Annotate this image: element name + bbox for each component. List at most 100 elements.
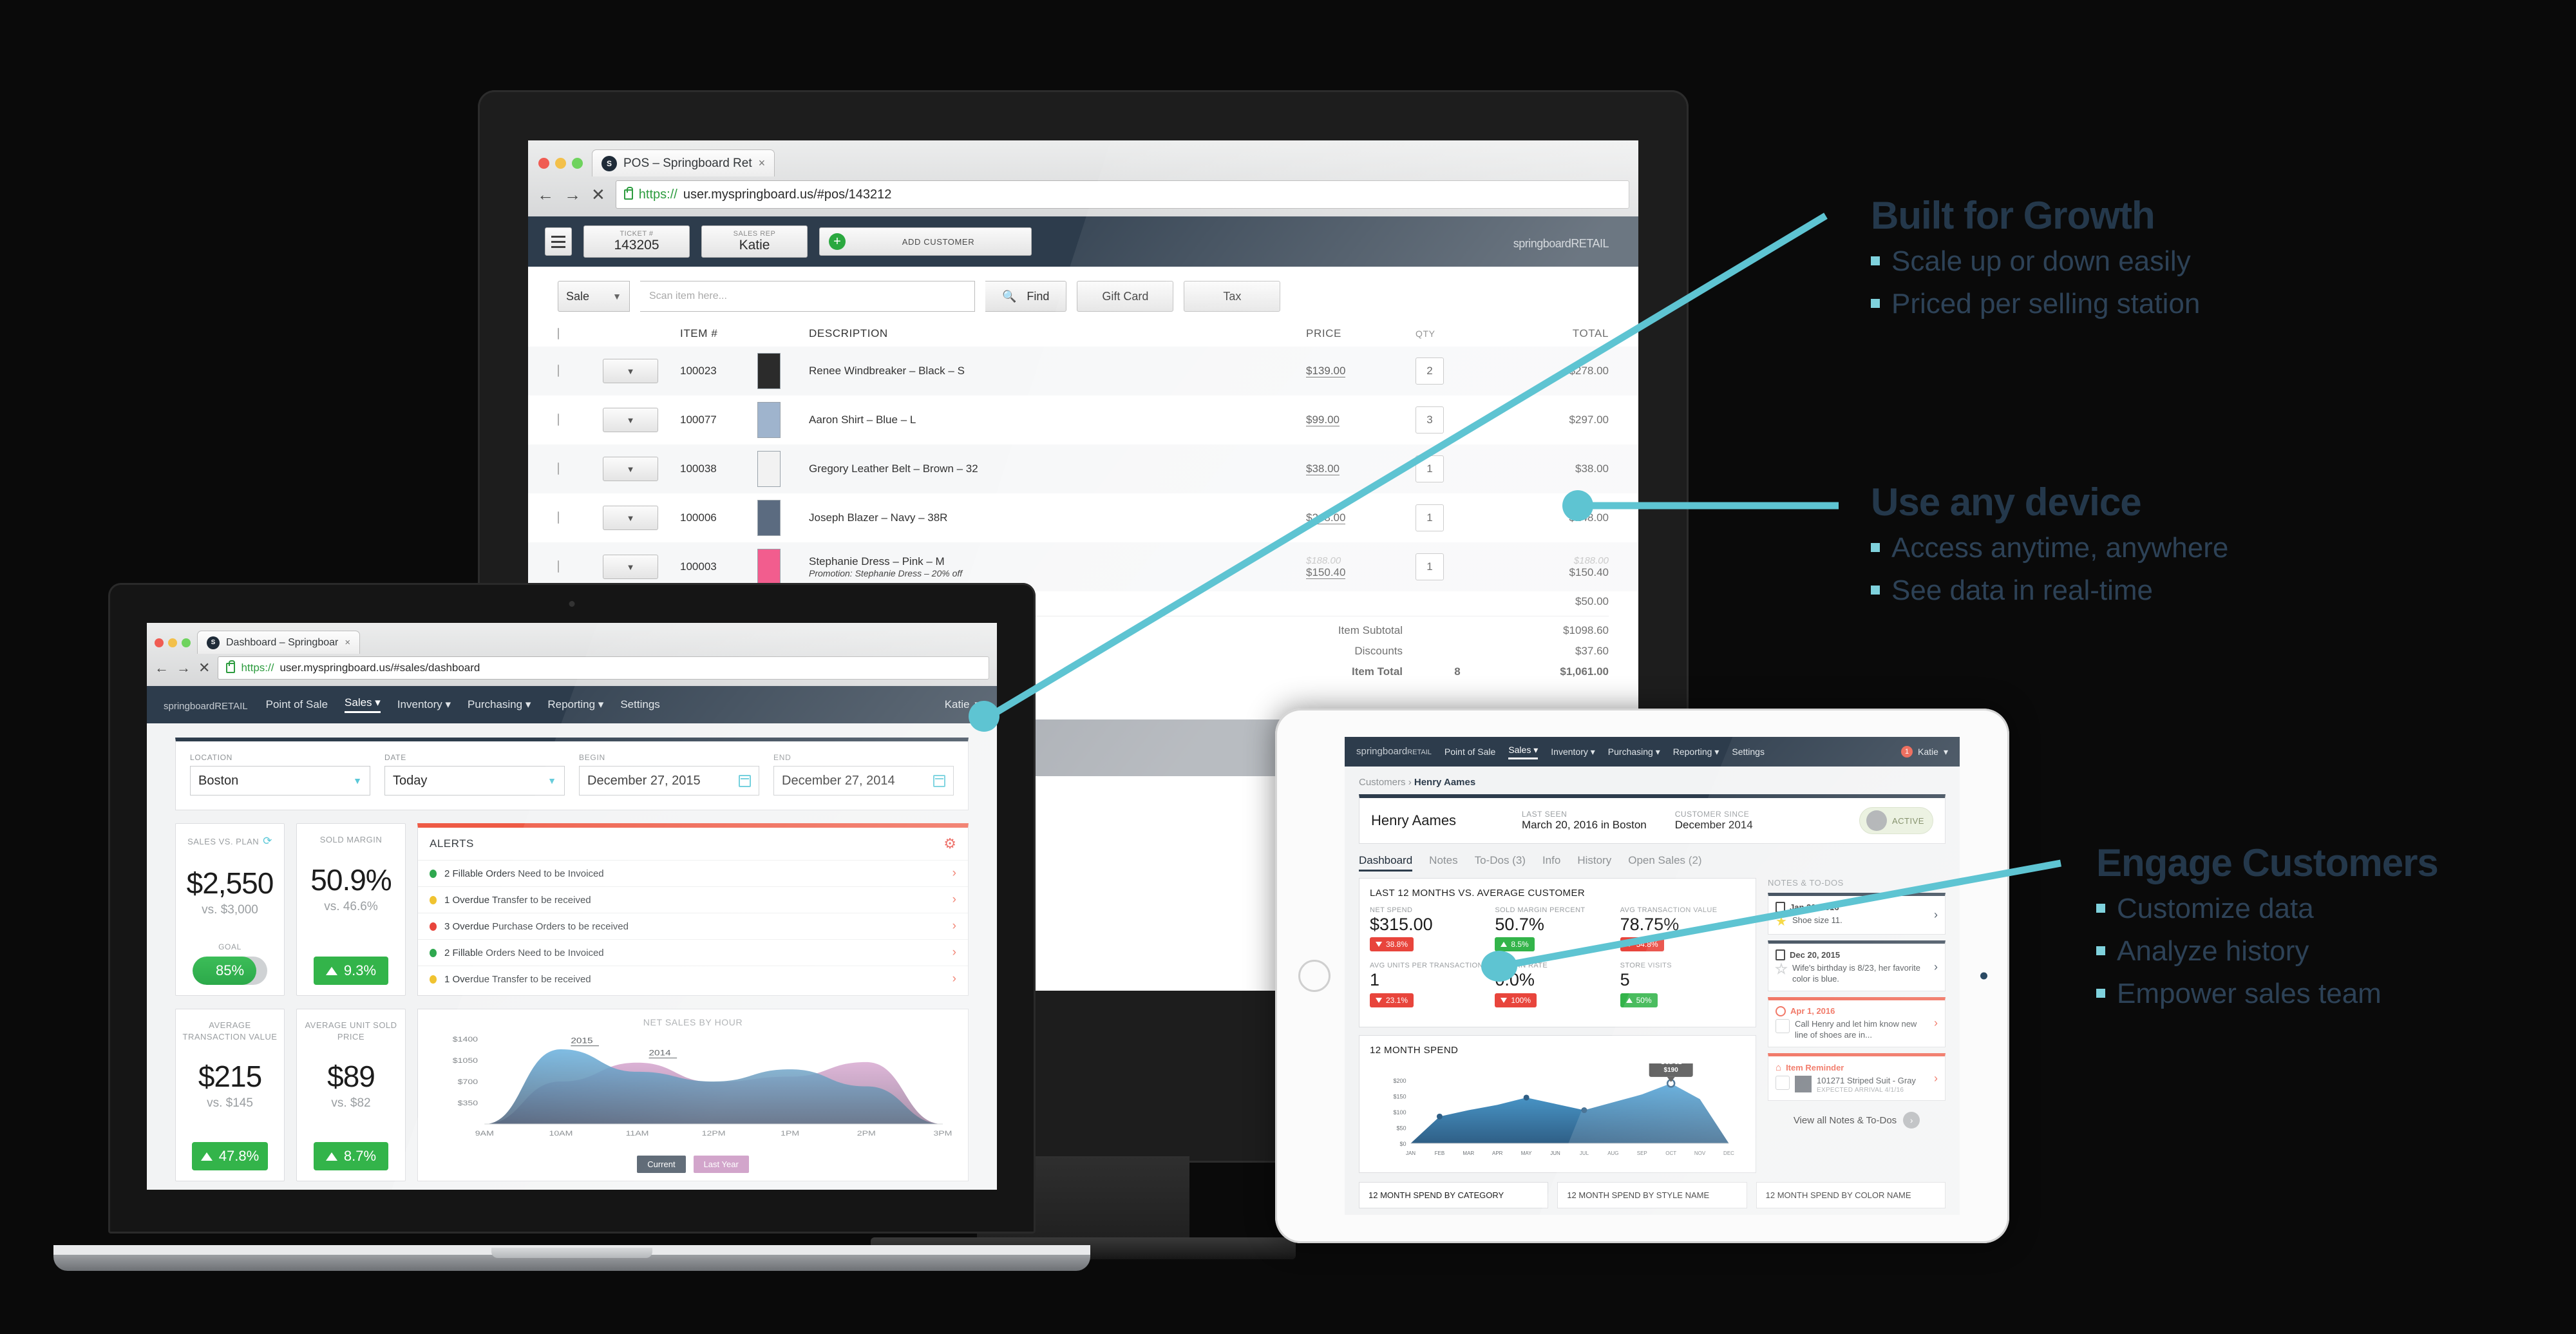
nav-item-reporting[interactable]: Reporting ▾: [547, 698, 603, 711]
scan-item-input[interactable]: Scan item here...: [640, 281, 975, 312]
nav-item-purchasing[interactable]: Purchasing ▾: [1608, 747, 1660, 758]
alert-row[interactable]: 2 Fillable Orders Need to be Invoiced ›: [418, 860, 968, 886]
note-card[interactable]: Apr 1, 2016 Call Henry and let him know …: [1768, 996, 1946, 1047]
stop-icon[interactable]: ✕: [591, 186, 605, 203]
window-controls[interactable]: [535, 158, 592, 176]
tab-open-sales[interactable]: Open Sales (2): [1628, 854, 1701, 872]
customer-status-toggle[interactable]: ACTIVE: [1859, 807, 1933, 834]
view-all-notes-button[interactable]: View all Notes & To-Dos ›: [1768, 1107, 1946, 1129]
stop-icon-2[interactable]: ✕: [198, 661, 210, 675]
legend-current[interactable]: Current: [637, 1156, 686, 1173]
gift-card-button[interactable]: Gift Card: [1077, 281, 1174, 312]
calendar-icon[interactable]: [933, 774, 945, 787]
row-qty-input[interactable]: 3: [1416, 406, 1444, 434]
chevron-right-icon[interactable]: ›: [1934, 960, 1938, 974]
filter-control-1[interactable]: Today ▼: [384, 766, 565, 796]
bottom-card[interactable]: 12 MONTH SPEND BY STYLE NAME: [1557, 1181, 1747, 1208]
nav-item-purchasing[interactable]: Purchasing ▾: [468, 698, 531, 711]
window-controls-2[interactable]: [152, 638, 197, 654]
row-menu-button[interactable]: ▼: [603, 359, 658, 383]
row-menu-button[interactable]: ▼: [603, 555, 658, 579]
address-bar[interactable]: https:// user.myspringboard.us/#pos/1432…: [615, 180, 1629, 209]
tab-history[interactable]: History: [1577, 854, 1611, 872]
note-card[interactable]: Dec 20, 2015 ★ Wife's birthday is 8/23, h…: [1768, 940, 1946, 991]
breadcrumb-root[interactable]: Customers: [1359, 777, 1406, 788]
row-menu-button[interactable]: ▼: [603, 506, 658, 530]
forward-icon-2[interactable]: →: [176, 661, 191, 675]
legend-last-year[interactable]: Last Year: [693, 1156, 749, 1173]
tab-to-dos[interactable]: To-Dos (3): [1475, 854, 1526, 872]
minimize-window-icon[interactable]: [555, 158, 566, 169]
menu-icon[interactable]: [545, 227, 572, 256]
row-price[interactable]: $139.00: [1306, 365, 1416, 377]
bottom-card[interactable]: 12 MONTH SPEND BY COLOR NAME: [1756, 1181, 1946, 1208]
row-price[interactable]: $188.00 $150.40: [1306, 555, 1416, 579]
nav-item-inventory[interactable]: Inventory ▾: [397, 698, 451, 711]
user-menu[interactable]: Katie ▾: [945, 698, 980, 711]
refresh-icon[interactable]: ⟳: [263, 834, 272, 849]
nav-item-point-of-sale[interactable]: Point of Sale: [266, 698, 328, 711]
row-qty-input[interactable]: 1: [1416, 455, 1444, 482]
checkbox-icon[interactable]: [1776, 1075, 1790, 1090]
find-button[interactable]: 🔍 Find: [985, 281, 1067, 312]
close-tab-icon-2[interactable]: ×: [345, 637, 350, 648]
tablet-home-button[interactable]: [1298, 960, 1331, 992]
ticket-chip[interactable]: TICKET # 143205: [583, 225, 690, 258]
star-outline-icon[interactable]: ★: [1775, 962, 1787, 976]
sale-type-select[interactable]: Sale ▼: [558, 281, 630, 312]
row-checkbox[interactable]: [558, 560, 559, 573]
row-checkbox[interactable]: [558, 414, 559, 426]
row-price[interactable]: $99.00: [1306, 414, 1416, 426]
app-logo[interactable]: springboardRETAIL: [164, 696, 248, 713]
zoom-window-icon-2[interactable]: [182, 638, 191, 647]
filter-control-3[interactable]: December 27, 2014: [773, 766, 954, 796]
row-menu-button[interactable]: ▼: [603, 408, 658, 432]
tab-notes[interactable]: Notes: [1429, 854, 1457, 872]
row-checkbox[interactable]: [558, 511, 559, 524]
star-filled-icon[interactable]: ★: [1776, 915, 1787, 928]
table-row[interactable]: ▼ 100023 Renee Windbreaker – Black – S $…: [528, 347, 1638, 395]
add-customer-button[interactable]: + ADD CUSTOMER: [819, 227, 1032, 256]
nav-item-inventory[interactable]: Inventory ▾: [1551, 747, 1595, 758]
row-qty-input[interactable]: 2: [1416, 357, 1444, 385]
alert-row[interactable]: 2 Fillable Orders Need to be Invoiced ›: [418, 939, 968, 966]
browser-tab-dashboard[interactable]: S Dashboard – Springboar ×: [197, 631, 361, 654]
tab-dashboard[interactable]: Dashboard: [1359, 854, 1413, 872]
back-icon-2[interactable]: ←: [155, 661, 169, 675]
calendar-icon[interactable]: [739, 774, 751, 787]
alert-row[interactable]: 3 Overdue Purchase Orders to be received…: [418, 913, 968, 939]
app-logo-3[interactable]: springboardRETAIL: [1356, 746, 1432, 758]
note-card[interactable]: ⌂ Item Reminder 101271 Striped Suit - Gra…: [1768, 1053, 1946, 1101]
note-card[interactable]: Jan 20, 2016 ★ Shoe size 11. ›: [1768, 893, 1946, 935]
alert-row[interactable]: 1 Overdue Transfer to be received ›: [418, 886, 968, 913]
filter-control-0[interactable]: Boston ▼: [190, 766, 370, 796]
minimize-window-icon-2[interactable]: [168, 638, 177, 647]
chevron-right-icon[interactable]: ›: [1934, 908, 1938, 922]
checkbox-icon[interactable]: [1776, 1018, 1790, 1033]
nav-item-point-of-sale[interactable]: Point of Sale: [1444, 747, 1495, 757]
chevron-right-icon[interactable]: ›: [1934, 1072, 1938, 1085]
table-row[interactable]: ▼ 100077 Aaron Shirt – Blue – L $99.00 3…: [528, 395, 1638, 444]
forward-icon[interactable]: →: [564, 186, 581, 203]
salesrep-chip[interactable]: SALES REP Katie: [701, 225, 808, 258]
chevron-right-icon[interactable]: ›: [1934, 1016, 1938, 1030]
row-checkbox[interactable]: [558, 462, 559, 475]
select-all-checkbox[interactable]: [558, 328, 559, 339]
row-checkbox[interactable]: [558, 365, 559, 377]
filter-control-2[interactable]: December 27, 2015: [579, 766, 759, 796]
row-price[interactable]: $38.00: [1306, 462, 1416, 475]
browser-tab-pos[interactable]: S POS – Springboard Ret ×: [592, 149, 775, 176]
row-menu-button[interactable]: ▼: [603, 457, 658, 481]
tab-info[interactable]: Info: [1542, 854, 1560, 872]
tablet-user-menu[interactable]: 1 Katie ▾: [1901, 746, 1948, 758]
nav-item-sales[interactable]: Sales ▾: [1508, 745, 1539, 759]
close-window-icon[interactable]: [538, 158, 549, 169]
table-row[interactable]: ▼ 100038 Gregory Leather Belt – Brown – …: [528, 444, 1638, 493]
row-qty-input[interactable]: 1: [1416, 553, 1444, 580]
table-row[interactable]: ▼ 100006 Joseph Blazer – Navy – 38R $248…: [528, 493, 1638, 542]
bottom-card[interactable]: 12 MONTH SPEND BY CATEGORY: [1359, 1181, 1549, 1208]
nav-item-settings[interactable]: Settings: [620, 698, 659, 711]
row-price[interactable]: $248.00: [1306, 511, 1416, 524]
row-qty-input[interactable]: 1: [1416, 504, 1444, 531]
zoom-window-icon[interactable]: [572, 158, 583, 169]
